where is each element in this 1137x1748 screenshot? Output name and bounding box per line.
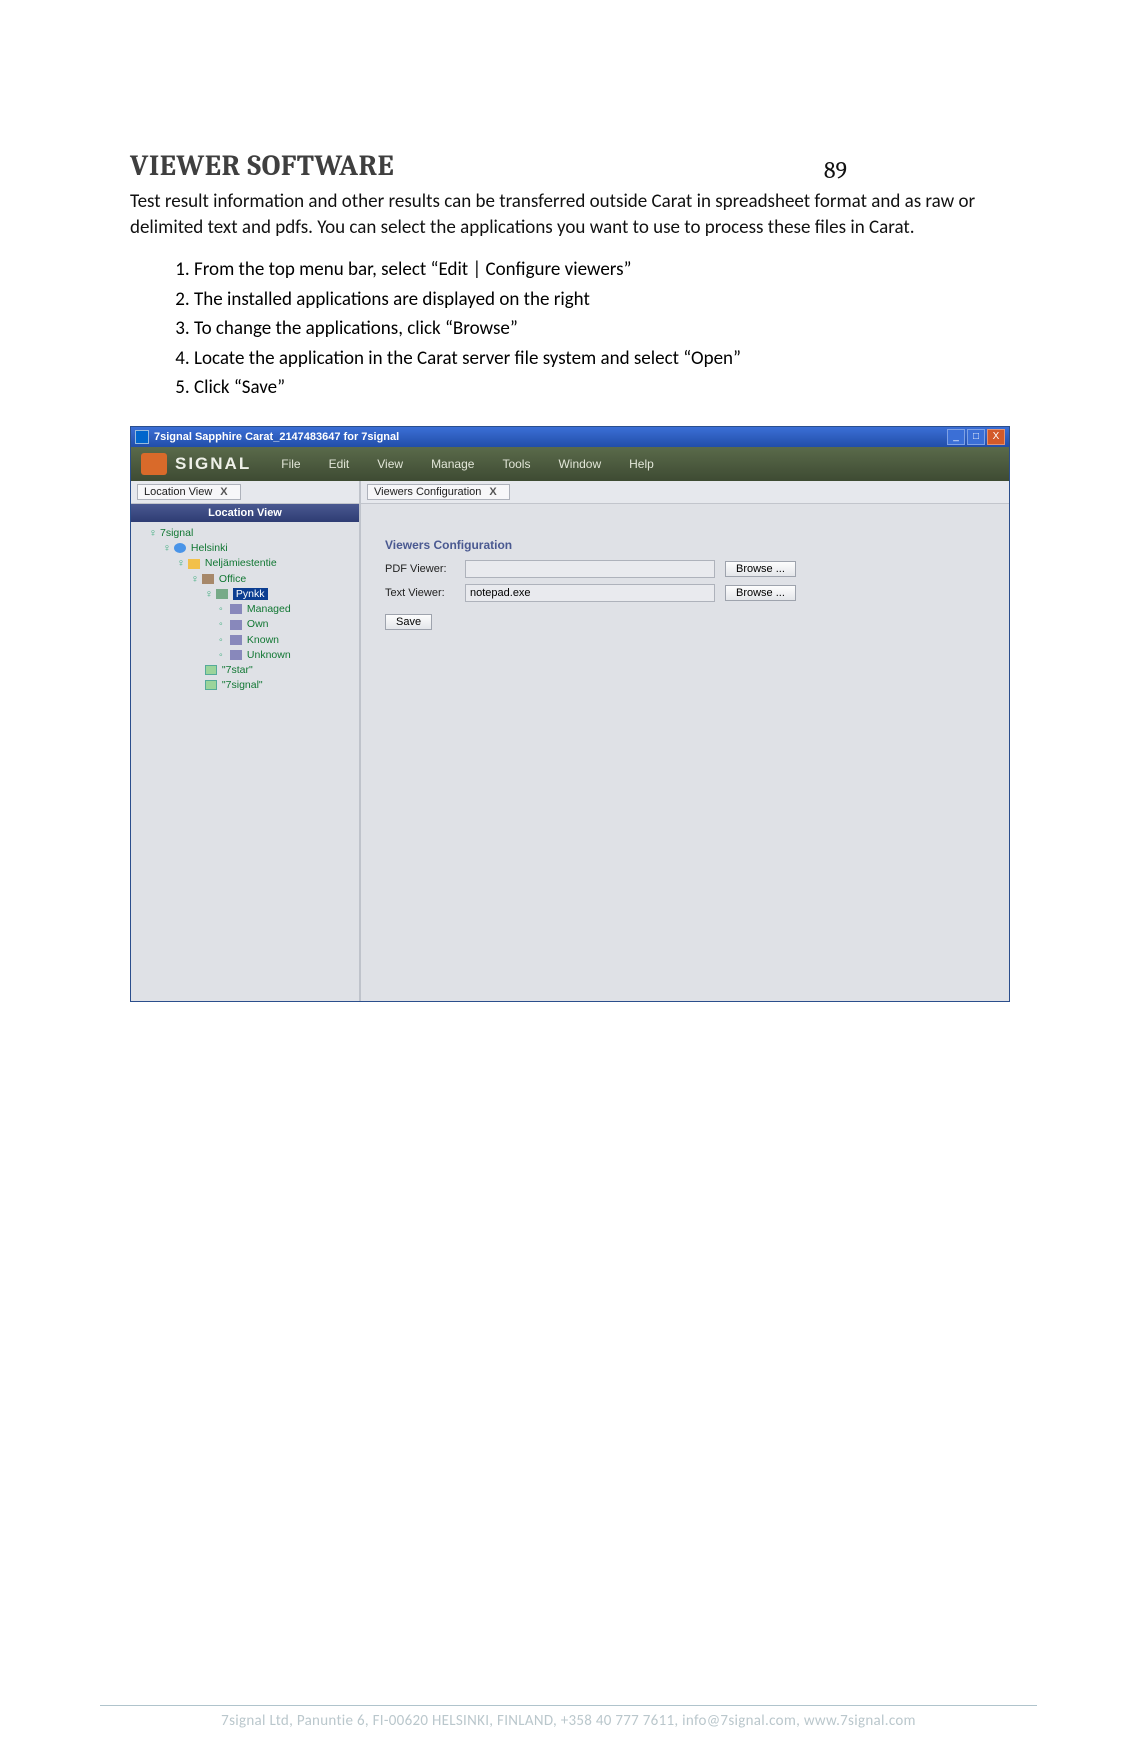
menu-file[interactable]: File [281,457,300,471]
tree-unknown[interactable]: Unknown [247,649,291,661]
tree-office[interactable]: Office [219,573,246,585]
building-icon [202,574,214,584]
brand-text: SIGNAL [175,454,251,474]
browse-pdf-button[interactable]: Browse ... [725,561,796,577]
menu-edit[interactable]: Edit [329,457,350,471]
browse-text-button[interactable]: Browse ... [725,585,796,601]
tree-helsinki[interactable]: Helsinki [191,542,228,554]
file-icon [205,680,217,690]
close-icon[interactable]: X [489,486,496,498]
tree-known[interactable]: Known [247,634,279,646]
minimize-button[interactable]: _ [947,429,965,445]
menu-window[interactable]: Window [558,457,601,471]
section-heading: VIEWER SOFTWARE [130,150,1007,183]
menu-bar: File Edit View Manage Tools Window Help [281,457,654,471]
wifi-icon [230,604,242,614]
globe-icon [174,543,186,553]
text-viewer-label: Text Viewer: [385,587,455,599]
file-icon [205,665,217,675]
tree-pynkk-selected[interactable]: Pynkk [233,588,268,600]
box-icon [216,589,228,599]
step-item: From the top menu bar, select “Edit | Co… [194,256,1007,284]
left-pane-header: Location View [131,504,359,522]
right-pane: Viewers Configuration X Viewers Configur… [361,481,1009,1001]
intro-paragraph: Test result information and other result… [130,189,1007,240]
save-button[interactable]: Save [385,614,432,630]
step-item: Locate the application in the Carat serv… [194,345,1007,373]
brand-logo-icon [141,453,167,475]
tab-label: Location View [144,486,212,498]
close-icon[interactable]: X [220,486,227,498]
tab-label: Viewers Configuration [374,486,481,498]
wifi-icon [230,620,242,630]
tab-viewers-configuration[interactable]: Viewers Configuration X [367,484,510,500]
page-number: 89 [824,156,847,184]
wifi-icon [230,635,242,645]
step-item: The installed applications are displayed… [194,286,1007,314]
step-item: To change the applications, click “Brows… [194,315,1007,343]
page-footer: 7signal Ltd, Panuntie 6, FI-00620 HELSIN… [100,1705,1037,1730]
menu-help[interactable]: Help [629,457,654,471]
tree-root[interactable]: 7signal [160,527,193,539]
menu-view[interactable]: View [377,457,403,471]
location-tree[interactable]: ♀7signal ♀ Helsinki ♀ Neljämiestentie ♀ … [131,522,359,1001]
menu-tools[interactable]: Tools [502,457,530,471]
app-window: 7signal Sapphire Carat_2147483647 for 7s… [130,426,1010,1002]
form-title: Viewers Configuration [385,538,993,552]
text-viewer-input[interactable] [465,584,715,602]
tree-7star[interactable]: "7star" [222,664,253,676]
titlebar[interactable]: 7signal Sapphire Carat_2147483647 for 7s… [131,427,1009,447]
app-icon [135,430,149,444]
tree-neljamiestentie[interactable]: Neljämiestentie [205,557,277,569]
tab-location-view[interactable]: Location View X [137,484,241,500]
maximize-button[interactable]: □ [967,429,985,445]
folder-icon [188,559,200,569]
tree-own[interactable]: Own [247,618,269,630]
left-pane: Location View X Location View ♀7signal ♀… [131,481,361,1001]
menu-manage[interactable]: Manage [431,457,474,471]
tree-7signal[interactable]: "7signal" [222,679,263,691]
pdf-viewer-label: PDF Viewer: [385,563,455,575]
close-button[interactable]: X [987,429,1005,445]
steps-list: From the top menu bar, select “Edit | Co… [194,256,1007,402]
pdf-viewer-input[interactable] [465,560,715,578]
tree-managed[interactable]: Managed [247,603,291,615]
wifi-icon [230,650,242,660]
window-title: 7signal Sapphire Carat_2147483647 for 7s… [154,431,947,443]
main-toolbar: SIGNAL File Edit View Manage Tools Windo… [131,447,1009,481]
step-item: Click “Save” [194,374,1007,402]
